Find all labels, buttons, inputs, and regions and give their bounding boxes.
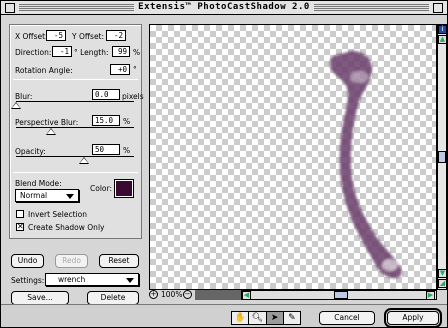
perspective-label: Perspective Blur: bbox=[15, 118, 79, 127]
eyedropper-icon[interactable]: ✎ bbox=[284, 312, 300, 324]
x-offset-field[interactable]: -5 bbox=[46, 30, 66, 41]
reset-button[interactable]: Reset bbox=[99, 254, 139, 268]
blend-mode-value: Normal bbox=[20, 191, 48, 200]
shadow-color-swatch[interactable] bbox=[114, 179, 134, 198]
vertical-scroll-thumb[interactable] bbox=[438, 151, 446, 163]
tool-palette: ✋ 🔍︎ ➤ ✎ bbox=[231, 311, 301, 325]
check-mark-icon: ✕ bbox=[17, 222, 24, 231]
invert-selection-label: Invert Selection bbox=[28, 210, 87, 219]
invert-selection-checkbox[interactable] bbox=[16, 210, 24, 218]
divider bbox=[13, 79, 138, 80]
zoom-in-icon[interactable]: + bbox=[149, 290, 158, 299]
scroll-down-arrow-icon[interactable]: ▼ bbox=[438, 269, 447, 278]
opacity-unit: % bbox=[123, 146, 131, 155]
opacity-slider-track[interactable] bbox=[16, 156, 134, 157]
opacity-field[interactable]: 50 bbox=[92, 144, 120, 155]
divider bbox=[13, 172, 138, 173]
rotation-field[interactable]: +0 bbox=[110, 64, 130, 75]
cancel-button[interactable]: Cancel bbox=[319, 311, 375, 325]
preview-canvas[interactable] bbox=[149, 24, 437, 290]
y-offset-field[interactable]: -2 bbox=[106, 30, 126, 41]
x-offset-label: X Offset: bbox=[15, 32, 48, 41]
window-title: Extensis™ PhotoCastShadow 2.0 bbox=[134, 2, 314, 12]
opacity-slider-thumb[interactable] bbox=[79, 157, 89, 164]
move-arrow-icon[interactable]: ➤ bbox=[266, 312, 284, 324]
delete-button[interactable]: Delete bbox=[87, 291, 139, 305]
create-shadow-only-label: Create Shadow Only bbox=[28, 223, 105, 232]
create-shadow-only-checkbox[interactable]: ✕ bbox=[16, 223, 24, 231]
save-button[interactable]: Save... bbox=[11, 291, 69, 305]
apply-button[interactable]: Apply bbox=[384, 308, 442, 328]
direction-label: Direction: bbox=[15, 48, 52, 57]
color-label: Color: bbox=[90, 184, 112, 193]
perspective-unit: % bbox=[123, 117, 131, 126]
magnifier-icon[interactable]: 🔍︎ bbox=[249, 312, 267, 324]
settings-popup[interactable]: wrench bbox=[45, 273, 139, 286]
bottom-bar bbox=[1, 304, 447, 327]
wrench-shadow bbox=[329, 50, 402, 279]
blur-unit: pixels bbox=[122, 92, 144, 101]
undo-button[interactable]: Undo bbox=[11, 254, 44, 268]
chevron-down-icon bbox=[126, 278, 134, 283]
length-field[interactable]: 99 bbox=[112, 46, 130, 57]
rotation-label: Rotation Angle: bbox=[15, 66, 73, 75]
direction-field[interactable]: -1 bbox=[52, 46, 72, 57]
zoom-level: 100% bbox=[161, 290, 183, 299]
length-label: ° Length: bbox=[74, 48, 109, 57]
redo-button[interactable]: Redo bbox=[55, 254, 88, 268]
plugin-window: Extensis™ PhotoCastShadow 2.0 X Offset: … bbox=[0, 0, 448, 328]
scroll-left-arrow-icon[interactable]: ◀ bbox=[242, 291, 251, 300]
scroll-right-arrow-icon[interactable]: ▶ bbox=[426, 291, 435, 300]
settings-value: wrench bbox=[58, 275, 86, 284]
controls-panel: X Offset: -5 Y Offset: -2 Direction: -1 … bbox=[9, 24, 144, 239]
settings-label: Settings: bbox=[11, 276, 45, 285]
vertical-scrollbar[interactable]: i ▲ ▼ ◢ bbox=[437, 24, 447, 290]
length-unit: % bbox=[133, 48, 141, 57]
perspective-field[interactable]: 15.0 bbox=[92, 115, 120, 126]
perspective-slider-thumb[interactable] bbox=[46, 128, 57, 135]
horizontal-scroll-thumb[interactable] bbox=[334, 291, 348, 299]
blur-slider-thumb[interactable] bbox=[11, 102, 21, 109]
perspective-slider-track[interactable] bbox=[16, 127, 134, 128]
blur-slider-track[interactable] bbox=[16, 101, 134, 102]
zoom-control: + 100% − bbox=[149, 290, 241, 300]
blend-mode-popup[interactable]: Normal bbox=[15, 189, 79, 202]
resize-icon[interactable]: ◢ bbox=[438, 279, 447, 288]
horizontal-scrollbar[interactable]: ◀ ▶ bbox=[241, 290, 437, 300]
shadow-preview bbox=[329, 50, 402, 279]
blend-mode-label: Blend Mode: bbox=[15, 179, 62, 188]
hand-icon[interactable]: ✋ bbox=[232, 312, 250, 324]
zoom-track bbox=[195, 290, 241, 300]
chevron-down-icon bbox=[66, 194, 74, 199]
scroll-up-arrow-icon[interactable]: ▲ bbox=[438, 35, 447, 44]
blur-label: Blur: bbox=[15, 92, 33, 101]
title-bar[interactable]: Extensis™ PhotoCastShadow 2.0 bbox=[1, 1, 447, 15]
y-offset-label: Y Offset: bbox=[72, 32, 105, 41]
rotation-unit: ° bbox=[133, 65, 137, 74]
opacity-label: Opacity: bbox=[15, 147, 46, 156]
zoom-out-icon[interactable]: − bbox=[183, 290, 192, 299]
info-icon[interactable]: i bbox=[438, 25, 447, 34]
blur-field[interactable]: 0.0 bbox=[92, 89, 120, 100]
